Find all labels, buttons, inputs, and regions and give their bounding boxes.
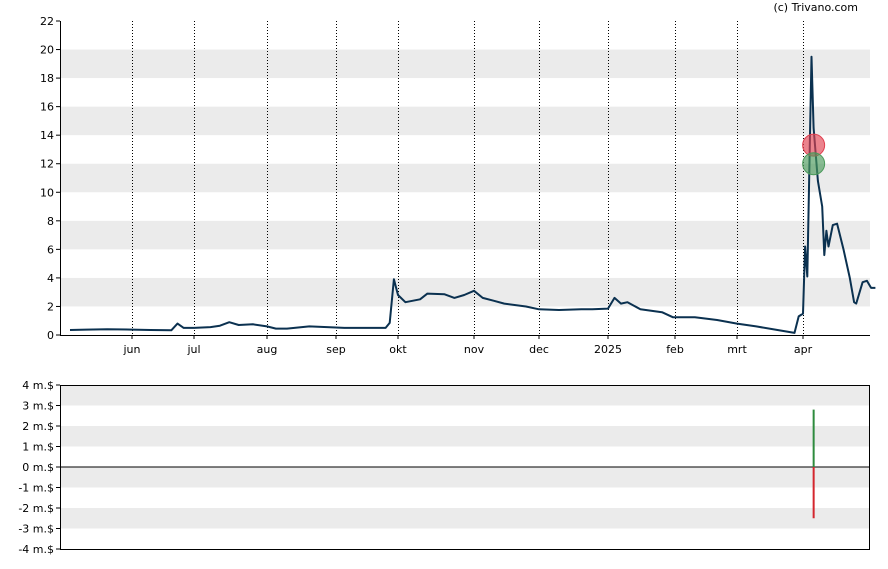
volume-grid-band: [60, 508, 870, 529]
price-x-tick-label: 2025: [594, 343, 622, 356]
volume-y-tick-label: -4 m.$: [18, 543, 54, 556]
volume-grid-band: [60, 385, 870, 406]
chart-svg: 0 2 4 6 8 10 12 14 16 18 20 22 jun jul aug sep okt nov dec…: [18, 15, 876, 556]
price-y-tick-label: 8: [47, 215, 54, 228]
price-y-tick-label: 0: [47, 329, 54, 342]
volume-panel: -4 m.$ -3 m.$ -2 m.$ -1 m.$ 0 m.$ 1 m.$ 2 m.$ 3…: [18, 379, 870, 556]
price-grid-band: [60, 106, 870, 136]
price-x-tick-label: jun: [123, 343, 141, 356]
volume-y-tick-label: 4 m.$: [22, 379, 54, 392]
price-x-tick-label: nov: [464, 343, 485, 356]
volume-y-tick-label: 3 m.$: [22, 400, 54, 413]
price-grid-band: [60, 163, 870, 193]
price-x-tick-label: dec: [529, 343, 549, 356]
price-y-tick-label: 18: [40, 72, 54, 85]
chart-root: (c) Trivano.com 0 2 4 6 8 10 12 14 16 18 20 22 jun ju…: [0, 0, 888, 565]
price-x-tick-label: aug: [257, 343, 278, 356]
volume-y-tick-label: -1 m.$: [18, 482, 54, 495]
price-grid-band: [60, 277, 870, 307]
price-x-tick-label: okt: [389, 343, 407, 356]
volume-y-tick-label: -2 m.$: [18, 502, 54, 515]
credit-text: (c) Trivano.com: [773, 1, 858, 14]
price-y-tick-label: 10: [40, 186, 54, 199]
price-y-tick-label: 14: [40, 129, 54, 142]
price-x-tick-label: jul: [186, 343, 200, 356]
volume-y-tick-label: -3 m.$: [18, 523, 54, 536]
volume-y-tick-label: 1 m.$: [22, 441, 54, 454]
price-y-tick-label: 2: [47, 300, 54, 313]
volume-grid-band: [60, 467, 870, 488]
price-marker-buy: [802, 152, 826, 176]
price-x-tick-label: mrt: [727, 343, 747, 356]
volume-grid-band: [60, 426, 870, 447]
price-y-tick-label: 20: [40, 44, 54, 57]
price-y-tick-label: 6: [47, 243, 54, 256]
price-panel: 0 2 4 6 8 10 12 14 16 18 20 22 jun jul aug sep okt nov dec…: [40, 15, 876, 356]
price-y-tick-label: 12: [40, 158, 54, 171]
volume-y-tick-label: 2 m.$: [22, 420, 54, 433]
price-grid-band: [60, 220, 870, 250]
price-x-tick-label: apr: [794, 343, 813, 356]
price-y-tick-label: 4: [47, 272, 54, 285]
price-y-tick-label: 16: [40, 101, 54, 114]
price-x-tick-label: sep: [326, 343, 345, 356]
volume-y-tick-label: 0 m.$: [22, 461, 54, 474]
price-x-tick-label: feb: [666, 343, 684, 356]
price-grid-band: [60, 49, 870, 79]
price-y-tick-label: 22: [40, 15, 54, 28]
